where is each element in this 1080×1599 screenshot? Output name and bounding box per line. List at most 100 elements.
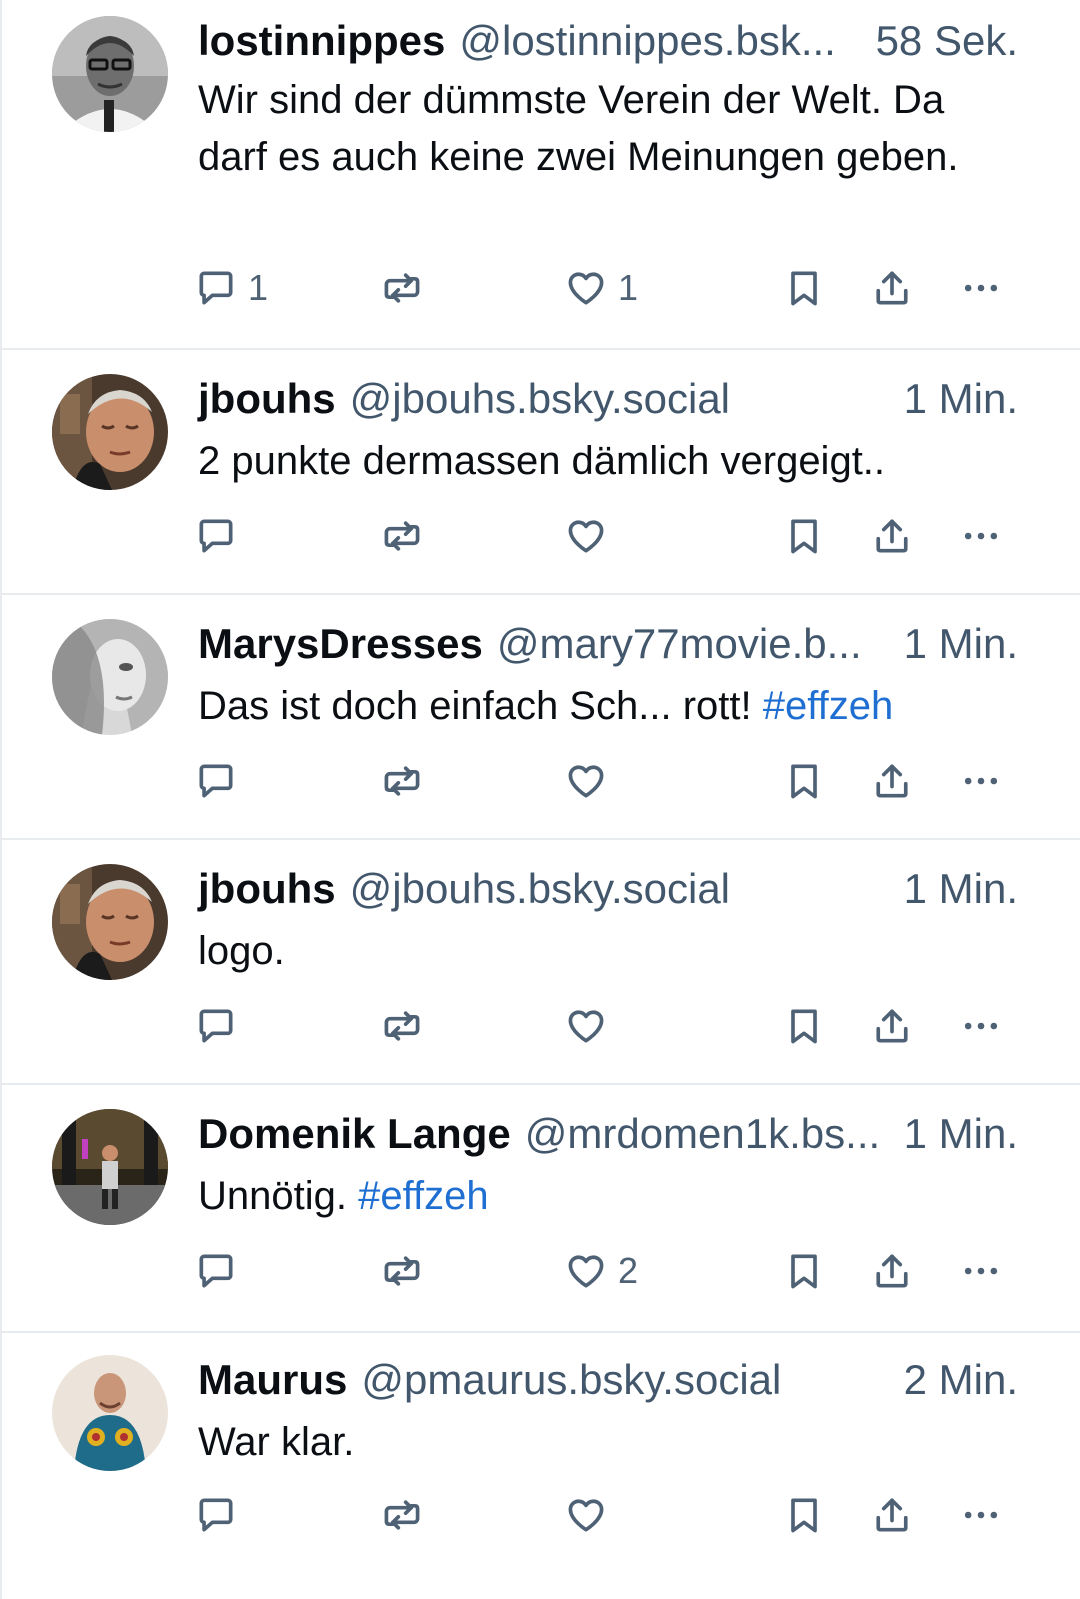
share-button[interactable] <box>870 1241 914 1301</box>
reply-button[interactable]: 1 <box>194 258 268 318</box>
like-button[interactable] <box>564 506 618 566</box>
author-name[interactable]: lostinnippes <box>198 14 445 68</box>
author-name[interactable]: Maurus <box>198 1353 347 1407</box>
reply-button[interactable] <box>194 506 248 566</box>
share-button[interactable] <box>870 258 914 318</box>
bookmark-icon <box>782 759 826 803</box>
repost-button[interactable] <box>380 996 434 1056</box>
like-button[interactable] <box>564 1485 618 1545</box>
more-options-button[interactable] <box>959 996 1003 1056</box>
author-name[interactable]: jbouhs <box>198 862 336 916</box>
post-text: Unnötig. #effzeh <box>198 1168 1010 1225</box>
reply-icon <box>194 759 238 803</box>
post-text: Das ist doch einfach Sch... rott! #effze… <box>198 678 1010 735</box>
reply-count: 1 <box>248 267 269 308</box>
post-timestamp[interactable]: 1 Min. <box>886 862 1018 916</box>
author-handle[interactable]: @jbouhs.bsky.social <box>350 862 730 916</box>
avatar[interactable] <box>52 16 168 132</box>
post[interactable]: Domenik Lange @mrdomen1k.bs... 1 Min. Un… <box>0 1085 1080 1333</box>
share-icon <box>870 266 914 310</box>
repost-button[interactable] <box>380 751 434 811</box>
post-timestamp[interactable]: 1 Min. <box>886 617 1018 671</box>
author-handle[interactable]: @mary77movie.b... <box>497 617 862 671</box>
like-button[interactable]: 1 <box>564 258 638 318</box>
reply-icon <box>194 1004 238 1048</box>
reply-button[interactable] <box>194 751 248 811</box>
more-options-button[interactable] <box>959 1485 1003 1545</box>
heart-icon <box>564 514 608 558</box>
bookmark-icon <box>782 514 826 558</box>
avatar[interactable] <box>52 864 168 980</box>
author-handle[interactable]: @lostinnippes.bsk... <box>459 14 835 68</box>
author-name[interactable]: MarysDresses <box>198 617 483 671</box>
post[interactable]: jbouhs @jbouhs.bsky.social 1 Min. logo. <box>0 840 1080 1085</box>
hashtag-link[interactable]: #effzeh <box>763 684 894 728</box>
repost-button[interactable] <box>380 258 434 318</box>
more-options-button[interactable] <box>959 506 1003 566</box>
share-icon <box>870 759 914 803</box>
bookmark-button[interactable] <box>782 1485 826 1545</box>
post-actions <box>2 751 1080 811</box>
share-button[interactable] <box>870 1485 914 1545</box>
post-timestamp[interactable]: 2 Min. <box>886 1353 1018 1407</box>
post-timestamp[interactable]: 1 Min. <box>886 1107 1018 1161</box>
like-button[interactable] <box>564 751 618 811</box>
heart-icon <box>564 1249 608 1293</box>
repost-button[interactable] <box>380 1485 434 1545</box>
author-handle[interactable]: @pmaurus.bsky.social <box>361 1353 781 1407</box>
like-count: 2 <box>618 1250 639 1291</box>
repost-icon <box>380 1249 424 1293</box>
share-icon <box>870 1249 914 1293</box>
more-options-button[interactable] <box>959 258 1003 318</box>
bookmark-button[interactable] <box>782 1241 826 1301</box>
author-name[interactable]: jbouhs <box>198 372 336 426</box>
more-options-button[interactable] <box>959 1241 1003 1301</box>
avatar[interactable] <box>52 619 168 735</box>
post[interactable]: lostinnippes @lostinnippes.bsk... 58 Sek… <box>0 0 1080 350</box>
repost-icon <box>380 1004 424 1048</box>
bookmark-button[interactable] <box>782 258 826 318</box>
bookmark-icon <box>782 1004 826 1048</box>
post-actions <box>2 1485 1080 1545</box>
post-text: 2 punkte dermassen dämlich vergeigt.. <box>198 433 1010 490</box>
bookmark-button[interactable] <box>782 751 826 811</box>
bookmark-button[interactable] <box>782 506 826 566</box>
avatar[interactable] <box>52 1109 168 1225</box>
like-button[interactable] <box>564 996 618 1056</box>
post-header: jbouhs @jbouhs.bsky.social 1 Min. <box>198 862 1018 916</box>
reply-button[interactable] <box>194 1485 248 1545</box>
reply-icon <box>194 266 238 310</box>
more-options-button[interactable] <box>959 751 1003 811</box>
share-button[interactable] <box>870 751 914 811</box>
author-handle[interactable]: @mrdomen1k.bs... <box>525 1107 880 1161</box>
more-options-icon <box>959 266 1003 310</box>
share-button[interactable] <box>870 506 914 566</box>
repost-button[interactable] <box>380 506 434 566</box>
avatar[interactable] <box>52 374 168 490</box>
post-timestamp[interactable]: 1 Min. <box>886 372 1018 426</box>
repost-button[interactable] <box>380 1241 434 1301</box>
author-name[interactable]: Domenik Lange <box>198 1107 511 1161</box>
reply-button[interactable] <box>194 1241 248 1301</box>
post[interactable]: Maurus @pmaurus.bsky.social 2 Min. War k… <box>0 1333 1080 1599</box>
hashtag-link[interactable]: #effzeh <box>358 1174 489 1218</box>
post-timestamp[interactable]: 58 Sek. <box>858 14 1018 68</box>
like-button[interactable]: 2 <box>564 1241 638 1301</box>
post[interactable]: MarysDresses @mary77movie.b... 1 Min. Da… <box>0 595 1080 840</box>
post-text: logo. <box>198 923 1010 980</box>
more-options-icon <box>959 1493 1003 1537</box>
reply-button[interactable] <box>194 996 248 1056</box>
bookmark-icon <box>782 266 826 310</box>
bookmark-button[interactable] <box>782 996 826 1056</box>
post[interactable]: jbouhs @jbouhs.bsky.social 1 Min. 2 punk… <box>0 350 1080 595</box>
reply-icon <box>194 1493 238 1537</box>
heart-icon <box>564 759 608 803</box>
heart-icon <box>564 266 608 310</box>
avatar[interactable] <box>52 1355 168 1471</box>
author-handle[interactable]: @jbouhs.bsky.social <box>350 372 730 426</box>
share-button[interactable] <box>870 996 914 1056</box>
bookmark-icon <box>782 1493 826 1537</box>
post-feed: lostinnippes @lostinnippes.bsk... 58 Sek… <box>0 0 1080 1599</box>
post-text-content: Unnötig. <box>198 1174 359 1218</box>
post-text-content: logo. <box>198 929 285 973</box>
